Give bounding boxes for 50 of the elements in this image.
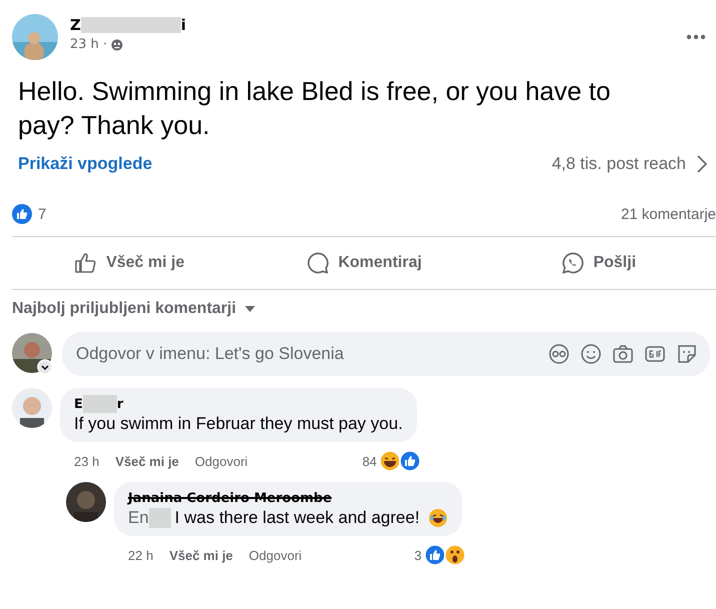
post-time[interactable]: 23 h · [70,37,108,52]
like-button[interactable]: Všeč mi je [12,245,247,281]
post-text: Hello. Swimming in lake Bled is free, or you have to pay? Thank you. [18,75,612,142]
like-reaction-icon [424,544,446,566]
like-count[interactable]: 7 [38,206,46,222]
chevron-right-icon[interactable] [696,154,708,174]
avatar[interactable] [12,388,52,428]
globe-icon [111,38,124,50]
reply-link[interactable]: Odgovori [194,454,248,468]
comment-time[interactable]: 23 h [74,454,100,468]
comment-field[interactable]: Odgovor v imenu: Let's go Slovenia [74,343,538,365]
reaction-count[interactable]: 3 [414,548,422,562]
like-link[interactable]: Všeč mi je [115,454,179,468]
comment-count[interactable]: 21 komentarje [620,206,716,222]
camera-icon[interactable] [612,343,634,365]
reply-link[interactable]: Odgovori [248,548,302,562]
phone-bubble-icon [561,251,586,275]
avatar[interactable] [66,482,106,522]
redaction-block [148,508,171,528]
caret-icon [244,305,256,313]
like-icon [12,204,32,224]
thumbs-up-icon [74,251,98,275]
more-icon[interactable] [686,34,706,40]
commenter-name[interactable]: E [74,396,83,412]
comment-bar[interactable]: Odgovor v imenu: Let's go Slovenia [62,332,710,376]
commenter-name[interactable]: Janaina Cordeiro Meroombe [128,490,332,506]
speech-bubble-icon [306,251,330,275]
laughing-face-icon [378,450,401,472]
sort-dropdown[interactable]: Najbolj priljubljeni komentarji [12,300,256,318]
laughing-emoji-icon [428,508,448,528]
avatar[interactable] [12,333,54,375]
comment-time[interactable]: 22 h [128,548,154,562]
insights-link[interactable]: Prikaži vpoglede [18,154,152,174]
reaction-count[interactable]: 84 [362,454,377,468]
share-button[interactable]: Pošlji [481,245,716,281]
like-link[interactable]: Všeč mi je [169,548,233,562]
comment-button[interactable]: Komentiraj [246,245,482,281]
smiley-icon[interactable] [580,343,602,365]
commenter-name[interactable]: r [116,396,124,412]
author-name[interactable]: Z [70,16,81,34]
reach-text: 4,8 tis. post reach [552,154,686,174]
comment-text: I was there last week and agree! [174,508,420,528]
mention-link[interactable]: En [128,508,149,528]
author-name[interactable]: i [180,16,186,34]
comment-text: If you swimm in Februar they must pay you. [74,414,403,434]
avatar-sticker-icon[interactable] [548,343,570,365]
sticker-icon[interactable] [676,343,698,365]
like-reaction-icon [398,450,421,472]
redaction-block [82,395,117,413]
surprised-face-icon [444,544,466,566]
